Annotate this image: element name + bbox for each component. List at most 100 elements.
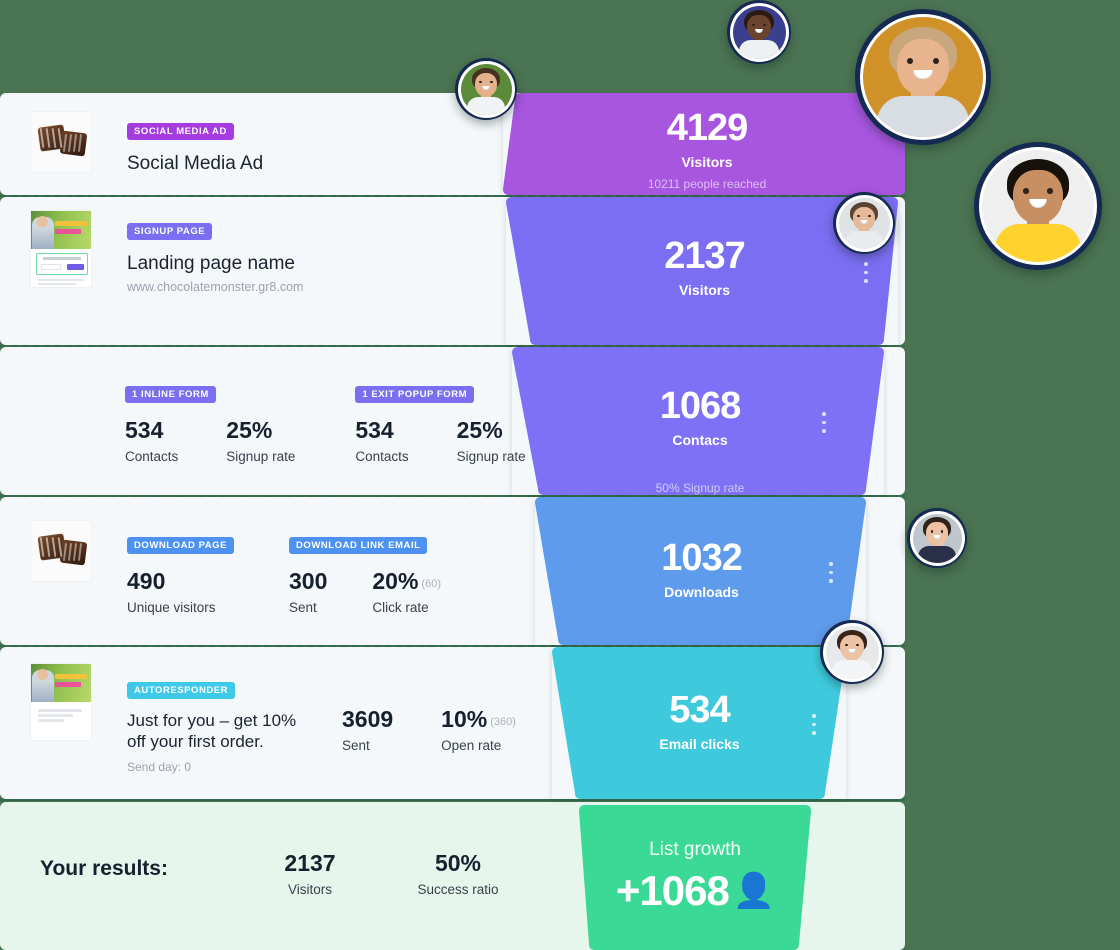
avatar-photo (863, 17, 983, 137)
form-input (41, 264, 61, 270)
metric: 10% (360) Open rate (441, 706, 516, 754)
menu-dot (829, 570, 833, 574)
avatar-ring (909, 510, 965, 566)
avatar-2 (855, 9, 991, 145)
menu-dot (822, 412, 826, 416)
metric-group: 1 INLINE FORM 534 Contacts 25% Signup rate (125, 384, 295, 464)
thumbnail-email-screenshot (30, 663, 92, 741)
avatar-shirt (738, 40, 780, 59)
body-text-line (38, 719, 64, 722)
row-text-column: DOWNLOAD PAGE 490 Unique visitors DOWNLOAD … (127, 497, 441, 615)
row-title: Landing page name (127, 253, 295, 274)
metric: 300 Sent (289, 568, 328, 616)
avatar-eye (1023, 188, 1029, 194)
avatar-photo (825, 625, 879, 679)
menu-dot (812, 731, 816, 735)
row-menu-button[interactable] (812, 714, 816, 735)
avatar-photo (912, 513, 962, 563)
badge-group: DOWNLOAD LINK EMAIL (289, 537, 428, 554)
avatar-shirt (466, 97, 506, 115)
metric: 25% Signup rate (226, 419, 296, 465)
avatar-eye (856, 643, 859, 647)
person-head (37, 669, 48, 680)
panel-caption: Contacs (672, 432, 728, 448)
funnel-panel-download: 1032 Downloads (535, 497, 866, 645)
thumbnail-landing-page-screenshot (30, 210, 92, 288)
avatar-ring (729, 2, 789, 62)
metric-value: 3609 (342, 706, 394, 732)
person-icon: 👤 (732, 872, 775, 910)
row-content: AUTORESPONDER Just for you – get 10% off … (30, 647, 530, 799)
menu-dot (829, 579, 833, 583)
menu-dot (822, 429, 826, 433)
avatar-eye (930, 530, 934, 533)
metric-label: Contacts (355, 449, 409, 464)
row-menu-button[interactable] (829, 562, 833, 583)
metric-label: Click rate (372, 600, 429, 615)
metric: 534 Contacts (355, 419, 409, 465)
panel-value: 2137 (664, 235, 746, 277)
badge-autoresponder: AUTORESPONDER (127, 682, 236, 699)
avatar-photo (460, 63, 512, 115)
results-metric-label: Success ratio (417, 882, 499, 897)
panel-caption: Visitors (681, 154, 733, 170)
body-text-line (38, 287, 68, 288)
row-text-column: 1 INLINE FORM 534 Contacts 25% Signup rate 1 … (125, 347, 526, 464)
avatar-3 (455, 58, 517, 120)
row-menu-button[interactable] (822, 412, 826, 433)
avatar-7 (820, 620, 884, 684)
metric-groups: 3609 Sent 10% (360) Open rate (342, 706, 516, 754)
panel-value: 4129 (666, 107, 749, 149)
avatar-shirt (831, 660, 873, 679)
panel-caption: Email clicks (659, 736, 740, 752)
metric-label: Signup rate (226, 449, 296, 464)
metric-detail: (360) (490, 716, 516, 728)
form-button (67, 264, 84, 270)
row-menu-button[interactable] (864, 262, 868, 283)
metric-label: Sent (342, 738, 370, 753)
panel-text: 1032 Downloads (535, 497, 866, 645)
metric-label: Unique visitors (127, 600, 216, 615)
menu-dot (864, 262, 868, 266)
hero-headline (55, 221, 87, 226)
row-subtitle: Send day: 0 (127, 759, 192, 774)
avatar-eye (1046, 188, 1053, 194)
metric: 20% (60) Click rate (372, 568, 441, 616)
metric-row: 3609 Sent 10% (360) Open rate (342, 706, 516, 754)
body-text-line (38, 283, 76, 285)
avatar-shirt (877, 96, 969, 137)
panel-value: 534 (669, 689, 730, 731)
metric-group: 1 EXIT POPUP FORM 534 Contacts 25% Signup ra… (355, 384, 526, 465)
metric-value: 20% (372, 568, 419, 594)
metric-group: 3609 Sent 10% (360) Open rate (342, 706, 516, 754)
avatar-eye (763, 23, 766, 27)
metric-groups: 1 INLINE FORM 534 Contacts 25% Signup rate 1 … (125, 384, 526, 464)
list-growth-panel: List growth +1068 👤 (575, 805, 815, 950)
metric-value: 300 (289, 568, 328, 594)
avatar-shirt (844, 231, 884, 249)
metric-value: 534 (125, 417, 164, 443)
row-text-column: SIGNUP PAGE Landing page name www.chocolat… (127, 197, 303, 294)
avatar-ring (822, 622, 882, 682)
row-content: SOCIAL MEDIA AD Social Media Ad (30, 93, 530, 195)
results-metric-value: 50% (434, 850, 482, 876)
person-photo (32, 216, 54, 249)
avatar-6 (907, 508, 967, 568)
body-text-line (38, 714, 73, 717)
metric-value: 25% (456, 417, 503, 443)
avatar-eye (940, 530, 944, 533)
row-content: SIGNUP PAGE Landing page name www.chocolat… (30, 197, 530, 345)
funnel-panel-autoresponder: 534 Email clicks (552, 647, 846, 799)
metric-row: 300 Sent 20% (60) Click rate (289, 568, 441, 616)
form-label (43, 257, 81, 260)
avatar-4 (974, 142, 1102, 270)
badge-signup-page: SIGNUP PAGE (127, 223, 213, 240)
avatar-1 (727, 0, 791, 64)
metric: 3609 Sent (342, 706, 394, 754)
metric-label: Contacts (125, 449, 179, 464)
avatar-photo (838, 197, 890, 249)
results-metric-label: Visitors (287, 882, 332, 897)
metric-value: 10% (441, 706, 488, 732)
metric: 534 Contacts (125, 417, 179, 465)
growth-value-row: +1068 👤 (575, 867, 815, 915)
